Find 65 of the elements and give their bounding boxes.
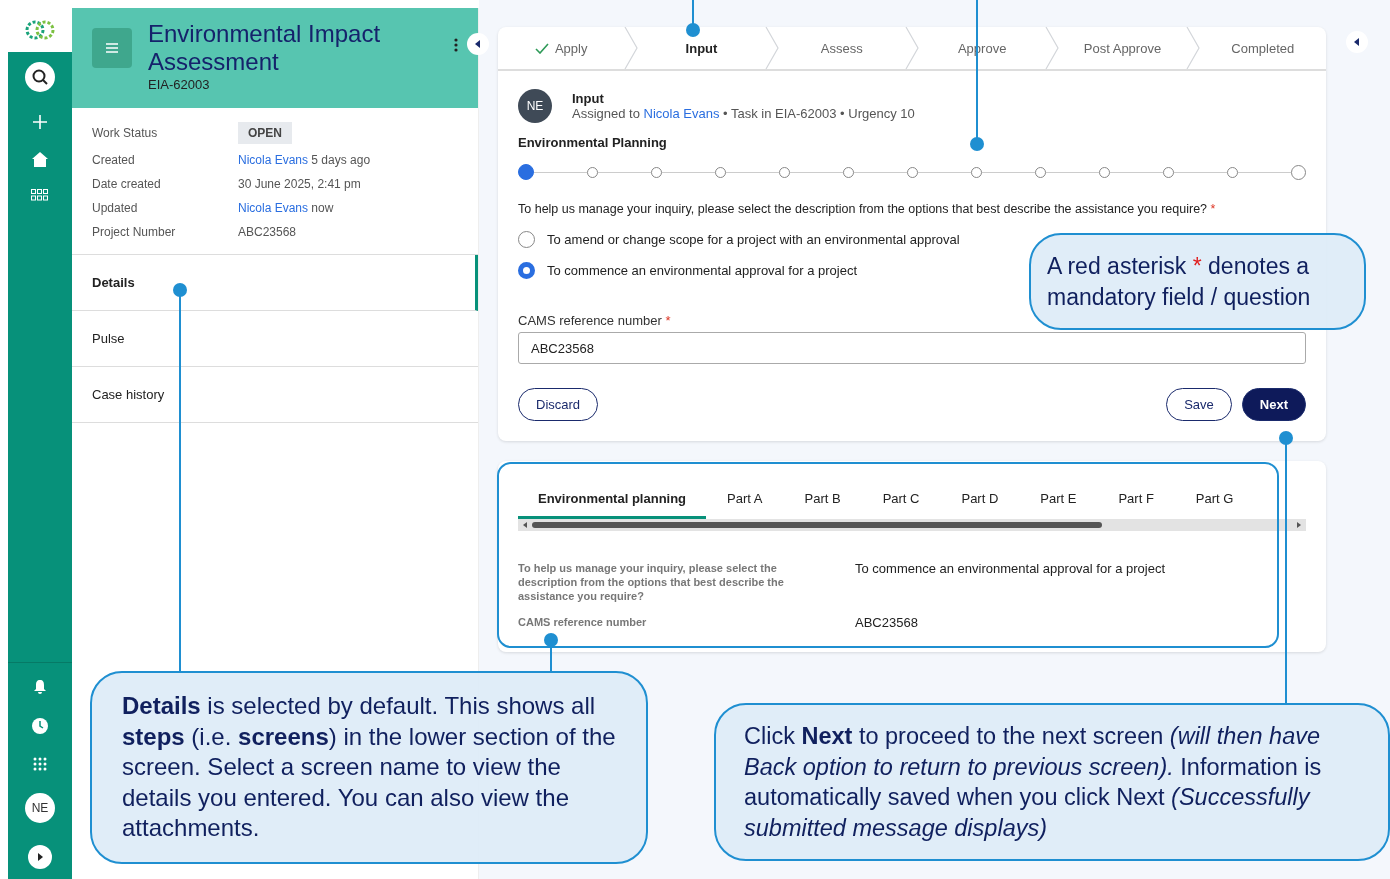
discard-button[interactable]: Discard (518, 388, 599, 421)
collapse-icon[interactable] (1346, 31, 1368, 53)
status-badge: OPEN (238, 122, 292, 144)
save-button[interactable]: Save (1166, 388, 1232, 421)
collapse-icon[interactable] (467, 33, 489, 55)
case-title: Environmental Impact Assessment (148, 20, 382, 76)
question-text: To help us manage your inquiry, please select the description from the options that best describe the assistance you require? * (518, 202, 1217, 217)
plus-icon[interactable] (32, 114, 48, 130)
next-button[interactable]: Next (1241, 388, 1306, 421)
scroll-left-icon[interactable] (521, 521, 529, 529)
case-id: EIA-62003 (148, 77, 211, 92)
stage-tab[interactable]: Apply (498, 27, 625, 69)
stage-tab[interactable]: Post Approve (1059, 27, 1186, 69)
input-field[interactable]: ABC23568 (518, 332, 1306, 364)
clock-icon[interactable] (31, 717, 49, 735)
summary-label: CAMS reference number (518, 615, 648, 630)
field-value: Nicola Evans 5 days ago (238, 152, 371, 167)
grid-icon[interactable] (31, 189, 49, 201)
callout-note: Details is selected by default. This shows all steps (i.e. screens) in the lower section of the screen. Select a screen name to view the details you entered. You can also view the attachments. (90, 671, 648, 864)
home-icon[interactable] (32, 152, 48, 167)
task-meta: Assigned to Nicola Evans • Task in EIA-62003 • Urgency 10 (572, 106, 915, 121)
field-label: CAMS reference number * (518, 313, 671, 328)
field-value: Nicola Evans now (238, 200, 334, 215)
more-options-icon[interactable] (454, 38, 458, 52)
tab[interactable]: Part G (1174, 485, 1255, 519)
radio-button[interactable] (518, 262, 535, 279)
tab[interactable]: Part D (940, 485, 1020, 519)
field-label: Date created (92, 176, 162, 191)
user-avatar[interactable]: NE (25, 793, 55, 823)
tab[interactable]: Part F (1097, 485, 1175, 519)
field-label: Updated (92, 200, 139, 215)
field-label: Work Status (92, 126, 159, 140)
nav-item[interactable]: Pulse (72, 311, 478, 367)
callout-note: Click Next to proceed to the next screen (will then have Back option to return to previous screen). Information is automatically saved when you click Next (Successfully submitted message displays) (714, 703, 1390, 861)
callout-note: A red asterisk * denotes a mandatory field / question (1029, 233, 1366, 330)
apps-icon[interactable] (33, 757, 47, 771)
search-icon[interactable] (25, 62, 55, 92)
option-label: To commence an environmental approval for a project (547, 263, 857, 278)
bell-icon[interactable] (33, 679, 47, 695)
stage-tab[interactable]: Completed (1199, 27, 1326, 69)
tab[interactable]: Part E (1019, 485, 1098, 519)
field-value: 30 June 2025, 2:41 pm (238, 176, 361, 191)
tab[interactable]: Part C (861, 485, 941, 519)
tab[interactable]: Part A (706, 485, 784, 519)
section-title: Environmental Planning (518, 135, 668, 150)
scroll-right-icon[interactable] (1295, 521, 1303, 529)
field-value: ABC23568 (238, 224, 297, 239)
stage-tab[interactable]: Assess (778, 27, 905, 69)
field-label: Project Number (92, 224, 177, 239)
tab[interactable]: Part B (783, 485, 862, 519)
scrollbar[interactable] (518, 519, 1306, 531)
task-title: Input (572, 91, 605, 106)
logo-icon (24, 18, 56, 42)
user-avatar: NE (518, 89, 552, 123)
leader-line (544, 633, 558, 672)
stage-tab[interactable]: Input (638, 27, 765, 69)
option-label: To amend or change scope for a project with an environmental approval (547, 232, 960, 247)
leader-line (686, 0, 700, 37)
nav-item[interactable]: Case history (72, 367, 478, 423)
check-icon (534, 42, 549, 54)
summary-value: To commence an environmental approval for a project (855, 561, 1165, 578)
play-icon[interactable] (28, 845, 52, 869)
field-label: Created (92, 152, 136, 167)
summary-value: ABC23568 (855, 615, 918, 630)
summary-label: To help us manage your inquiry, please select the description from the options that best describe the assistance you require? (518, 561, 785, 603)
